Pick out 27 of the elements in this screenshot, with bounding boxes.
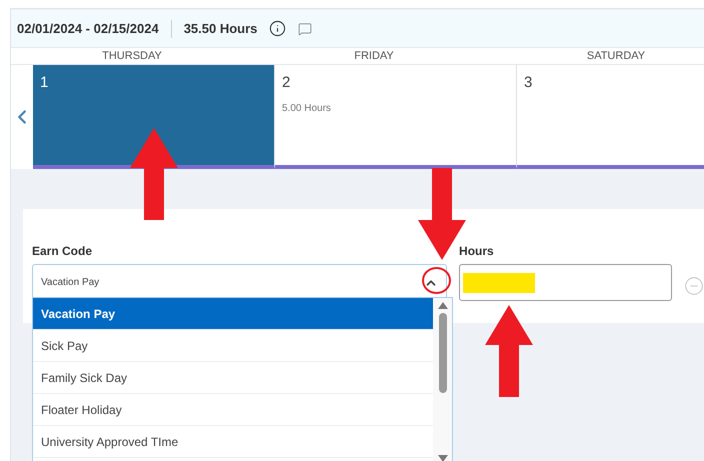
scrollbar[interactable] bbox=[433, 298, 452, 461]
day-number: 2 bbox=[282, 73, 290, 93]
dropdown-option[interactable]: Floater Holiday bbox=[33, 394, 433, 426]
day-cell[interactable]: 2 5.00 Hours bbox=[275, 65, 517, 169]
date-range: 02/01/2024 - 02/15/2024 bbox=[17, 20, 159, 38]
day-number: 3 bbox=[524, 73, 532, 93]
annotation-circle bbox=[421, 266, 452, 295]
dropdown-option[interactable]: Sick Pay bbox=[33, 330, 433, 362]
scroll-down-icon[interactable] bbox=[438, 455, 448, 461]
remove-icon[interactable] bbox=[684, 276, 704, 296]
day-cell[interactable]: 1 bbox=[33, 65, 275, 169]
dropdown-option[interactable]: University Approved TIme bbox=[33, 426, 433, 458]
info-icon[interactable] bbox=[269, 20, 286, 37]
day-hours: 5.00 Hours bbox=[282, 102, 331, 116]
scrollbar-thumb[interactable] bbox=[438, 313, 446, 393]
weekday-label: SATURDAY bbox=[586, 49, 646, 64]
day-number: 1 bbox=[40, 73, 48, 93]
dropdown-option[interactable]: Vacation Pay bbox=[33, 298, 433, 330]
hours-field[interactable] bbox=[459, 264, 672, 301]
dropdown-option[interactable]: Family Sick Day bbox=[33, 362, 433, 394]
hours-label: Hours bbox=[459, 243, 494, 260]
scroll-up-icon[interactable] bbox=[438, 302, 448, 309]
weekday-label: FRIDAY bbox=[354, 49, 394, 64]
earn-code-label: Earn Code bbox=[32, 243, 92, 260]
weekday-label: THURSDAY bbox=[102, 49, 162, 64]
comment-icon[interactable] bbox=[298, 22, 312, 36]
total-hours: 35.50 Hours bbox=[184, 20, 258, 38]
